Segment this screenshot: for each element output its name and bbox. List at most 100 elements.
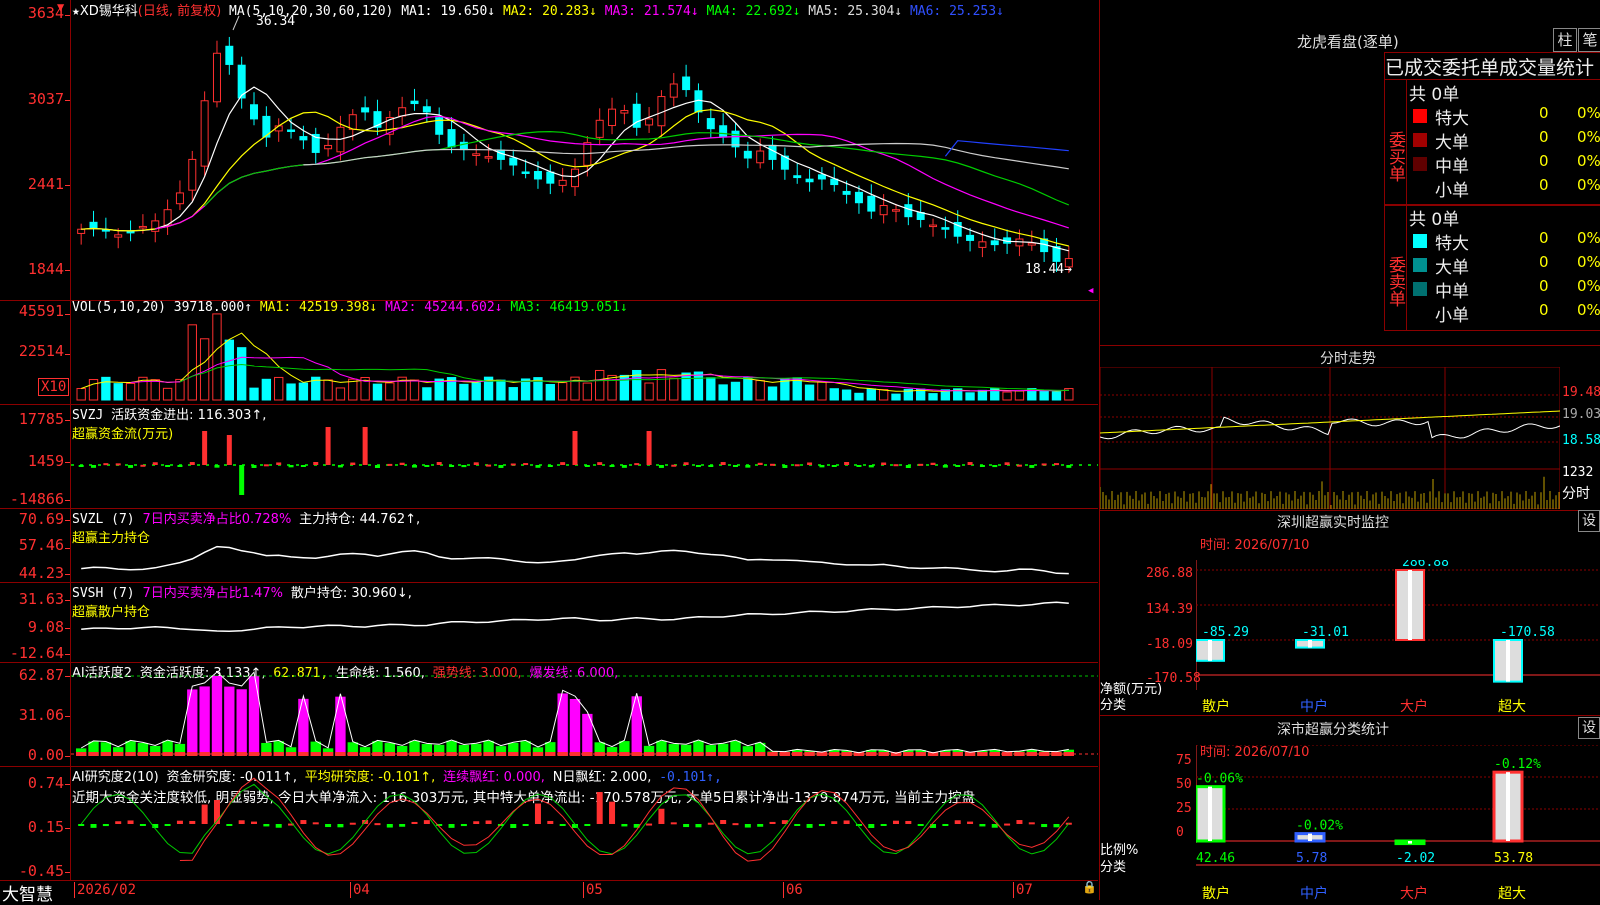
volume-bar[interactable] xyxy=(286,383,296,401)
volume-bar[interactable] xyxy=(101,376,111,401)
sz-monitor-panel[interactable]: 深圳超赢实时监控 设 时间: 2026/07/10 286.88 134.39 … xyxy=(1099,510,1600,716)
volume-bar[interactable] xyxy=(878,389,889,401)
candle-body[interactable] xyxy=(595,119,604,138)
candle-body[interactable] xyxy=(941,227,950,230)
volume-bar[interactable] xyxy=(817,381,827,401)
candle-body[interactable] xyxy=(188,158,197,191)
volume-canvas[interactable] xyxy=(71,300,1098,404)
candle-body[interactable] xyxy=(743,150,752,159)
volume-bar[interactable] xyxy=(718,384,728,401)
sz-monitor-settings-button[interactable]: 设 xyxy=(1578,510,1600,532)
candle-body[interactable] xyxy=(496,149,505,160)
svzj-pane[interactable]: 17785 1459 -14866 SVZJ 活跃资金进出: 116.303↑,… xyxy=(0,404,1098,509)
volume-bar[interactable] xyxy=(669,377,679,401)
volume-bar[interactable] xyxy=(607,374,617,401)
volume-bar[interactable] xyxy=(1051,391,1062,401)
candle-body[interactable] xyxy=(546,171,555,184)
candle-body[interactable] xyxy=(682,76,691,91)
candle-body[interactable] xyxy=(669,83,678,98)
candle-body[interactable] xyxy=(299,136,308,141)
kline-pane[interactable]: 3634 3037 2441 1844 ▼ ★XD锡华科(日线, 前复权) MA… xyxy=(0,0,1098,301)
volume-bar[interactable] xyxy=(496,379,506,401)
volume-bar[interactable] xyxy=(434,378,444,401)
intraday-canvas[interactable] xyxy=(1100,367,1560,509)
volume-bar[interactable] xyxy=(1002,391,1012,401)
volume-bar[interactable] xyxy=(891,393,901,401)
volume-bar[interactable] xyxy=(323,379,333,401)
volume-bar[interactable] xyxy=(249,387,259,401)
candle-body[interactable] xyxy=(126,230,135,234)
candle-body[interactable] xyxy=(608,108,617,127)
candle-body[interactable] xyxy=(645,118,654,126)
volume-bar[interactable] xyxy=(681,372,691,401)
volume-bar[interactable] xyxy=(656,369,667,401)
volume-bar[interactable] xyxy=(730,381,741,401)
volume-bar[interactable] xyxy=(212,313,222,401)
volume-bar[interactable] xyxy=(162,387,173,401)
kline-canvas[interactable] xyxy=(71,0,1098,300)
candle-body[interactable] xyxy=(842,190,851,195)
candle-body[interactable] xyxy=(410,100,419,105)
volume-bar[interactable] xyxy=(928,393,938,401)
volume-bar[interactable] xyxy=(520,378,531,401)
volume-bar[interactable] xyxy=(854,392,864,401)
volume-bar[interactable] xyxy=(804,384,815,401)
svzl-canvas[interactable] xyxy=(71,508,1098,582)
candle-body[interactable] xyxy=(990,240,999,246)
volume-bar[interactable] xyxy=(409,379,420,401)
volume-bar[interactable] xyxy=(706,377,716,401)
bar-view-button[interactable]: 柱 xyxy=(1553,28,1577,52)
ai-active-pane[interactable]: 62.87 31.06 0.00 AI活跃度2 资金活跃度: 3.133↑, 6… xyxy=(0,662,1098,767)
svsh-canvas[interactable] xyxy=(71,582,1098,662)
candle-body[interactable] xyxy=(472,153,481,156)
candle-body[interactable] xyxy=(978,241,987,248)
sz-stats-panel[interactable]: 深市超赢分类统计 设 时间: 2026/07/10 75 50 25 0 比例%… xyxy=(1099,715,1600,902)
candle-body[interactable] xyxy=(175,192,184,205)
candle-body[interactable] xyxy=(891,209,900,212)
candle-body[interactable] xyxy=(509,157,518,166)
candle-body[interactable] xyxy=(533,171,542,180)
volume-bar[interactable] xyxy=(224,339,234,401)
volume-bar[interactable] xyxy=(422,387,432,401)
candle-body[interactable] xyxy=(521,171,530,174)
candle-body[interactable] xyxy=(879,205,888,216)
volume-bar[interactable] xyxy=(261,378,272,401)
ai-research-pane[interactable]: 0.74 0.15 -0.45 AI研究度2(10) 资金研究度: -0.011… xyxy=(0,766,1098,881)
candle-body[interactable] xyxy=(558,179,567,186)
volume-bar[interactable] xyxy=(459,383,469,401)
candle-body[interactable] xyxy=(706,118,715,130)
candle-body[interactable] xyxy=(966,234,975,241)
tick-view-button[interactable]: 笔 xyxy=(1578,28,1600,52)
candle-body[interactable] xyxy=(348,114,357,130)
candle-body[interactable] xyxy=(484,156,493,159)
volume-bar[interactable] xyxy=(1039,390,1049,401)
candle-body[interactable] xyxy=(89,221,98,229)
volume-bar[interactable] xyxy=(829,388,839,401)
volume-bar[interactable] xyxy=(187,324,197,401)
volume-bar[interactable] xyxy=(767,386,778,401)
candle-body[interactable] xyxy=(1027,242,1036,246)
volume-bar[interactable] xyxy=(335,387,346,401)
volume-bar[interactable] xyxy=(508,387,518,401)
volume-bar[interactable] xyxy=(175,378,185,401)
volume-bar[interactable] xyxy=(743,376,753,401)
volume-bar[interactable] xyxy=(557,382,568,401)
candle-body[interactable] xyxy=(756,150,765,164)
volume-bar[interactable] xyxy=(76,388,86,401)
sz-stats-settings-button[interactable]: 设 xyxy=(1578,717,1600,739)
volume-bar[interactable] xyxy=(866,388,876,401)
svzj-canvas[interactable] xyxy=(71,404,1098,508)
candle-body[interactable] xyxy=(447,129,456,148)
candle-body[interactable] xyxy=(212,52,221,103)
candle-body[interactable] xyxy=(793,175,802,179)
volume-bar[interactable] xyxy=(977,389,988,401)
candle-body[interactable] xyxy=(929,224,938,228)
candle-body[interactable] xyxy=(361,107,370,113)
svzl-pane[interactable]: 70.69 57.46 44.23 SVZL (7) 7日内买卖净占比0.728… xyxy=(0,508,1098,583)
volume-bar[interactable] xyxy=(545,384,555,401)
volume-bar[interactable] xyxy=(274,376,284,401)
volume-bar[interactable] xyxy=(113,383,123,401)
svsh-pane[interactable]: 31.63 9.08 -12.64 SVSH (7) 7日内买卖净占比1.47%… xyxy=(0,582,1098,663)
volume-pane[interactable]: 45591 22514 X10 VOL(5,10,20) 39718.000↑ … xyxy=(0,300,1098,405)
volume-bar[interactable] xyxy=(471,382,481,401)
